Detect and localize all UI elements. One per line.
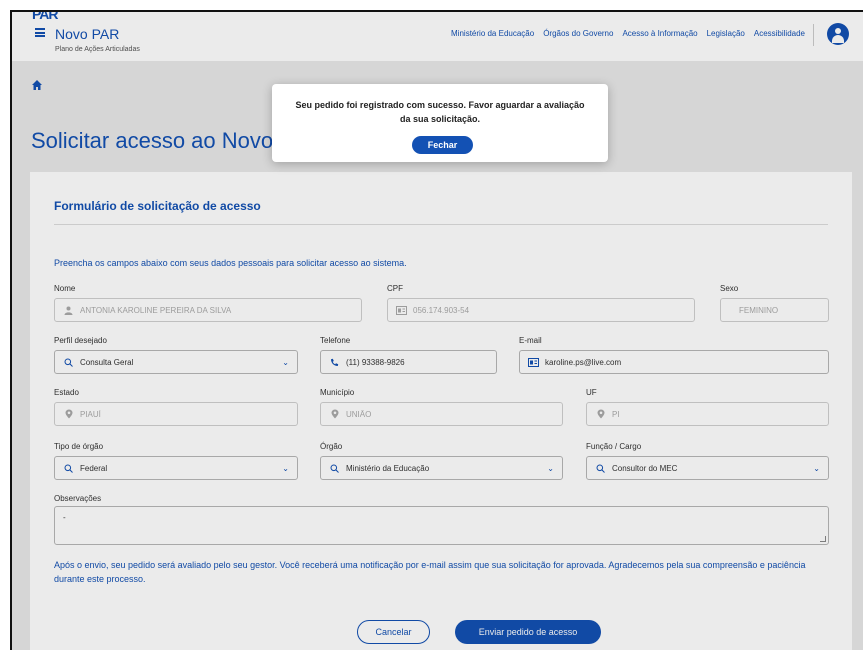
close-dialog-button[interactable]: Fechar (412, 136, 473, 154)
success-message: Seu pedido foi registrado com sucesso. F… (295, 100, 585, 124)
page: PAR Novo PAR Plano de Ações Articuladas … (12, 12, 863, 650)
browser-viewport: PAR Novo PAR Plano de Ações Articuladas … (10, 10, 863, 650)
success-dialog: Seu pedido foi registrado com sucesso. F… (272, 84, 608, 162)
